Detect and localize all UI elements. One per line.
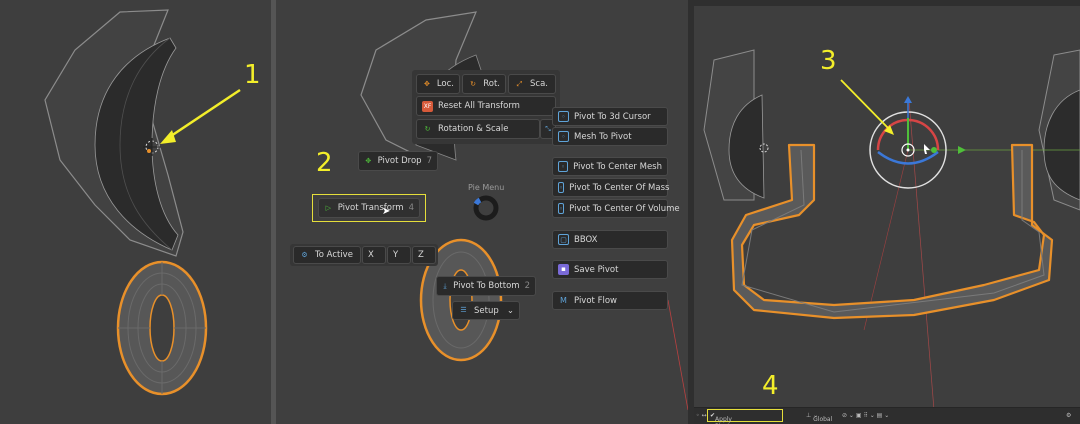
download-icon: ⤓ xyxy=(443,281,447,290)
save-pivot-button[interactable]: ▪ Save Pivot xyxy=(552,260,668,279)
annotation-arrow-3 xyxy=(840,79,891,131)
zero-mesh-hole xyxy=(149,294,175,362)
y-axis-button[interactable]: Y xyxy=(387,246,411,264)
center-volume-icon: ◦ xyxy=(558,203,565,214)
rotate-icon: ↻ xyxy=(470,79,477,88)
cursor-icon: ◦ xyxy=(558,111,569,122)
chevron-down-icon: ⌄ xyxy=(506,305,514,316)
apply-pivot-transform-button[interactable]: ✔ Apply Pivot Transform xyxy=(710,412,732,424)
handle-mesh xyxy=(730,143,1054,320)
status-left-icon: ◦ ↔ xyxy=(696,412,707,419)
x-axis-button[interactable]: X xyxy=(362,246,386,264)
annotation-number-1: 1 xyxy=(244,60,261,90)
viewport-scene-1 xyxy=(44,9,241,396)
annotation-number-4: 4 xyxy=(762,371,779,401)
viewport-panel-2[interactable]: 2 ✥ Loc. ↻ Rot. ⤢ Sca. XF Reset All Transfor… xyxy=(276,0,688,424)
annotation-number-3: 3 xyxy=(820,46,837,76)
mouse-cursor-icon-2 xyxy=(924,144,930,154)
rotation-scale-icon: ↻ xyxy=(424,124,431,133)
viewport-scene-3 xyxy=(694,0,1080,411)
reset-all-transform-button[interactable]: XF Reset All Transform xyxy=(416,96,556,116)
annotation-number-2: 2 xyxy=(316,148,333,178)
center-mass-icon: ◦ xyxy=(558,182,565,193)
flow-icon: M xyxy=(560,296,567,305)
gear-icon[interactable]: ⚙ xyxy=(1066,412,1071,419)
play-icon: ▷ xyxy=(325,203,332,212)
mouse-cursor-icon: ➤ xyxy=(382,206,391,217)
setup-dropdown[interactable]: ☰ Setup ⌄ xyxy=(452,301,520,320)
mesh-icon: ◦ xyxy=(558,131,569,142)
bbox-icon: ▢ xyxy=(558,234,569,245)
to-active-icon: ⚙ xyxy=(301,250,308,259)
pivot-drop-icon: ✥ xyxy=(365,156,372,165)
rotation-scale-button[interactable]: ↻ Rotation & Scale xyxy=(416,119,540,139)
viewport-panel-1[interactable]: 1 xyxy=(0,0,271,424)
scale-icon: ⤢ xyxy=(516,79,523,88)
bbox-button[interactable]: ▢ BBOX xyxy=(552,230,668,249)
annotation-arrow-1 xyxy=(164,88,241,142)
pivot-to-center-of-mass-button[interactable]: ◦ Pivot To Center Of Mass xyxy=(552,178,669,197)
pivot-drop-button[interactable]: ✥ Pivot Drop 7 xyxy=(358,151,438,171)
sliders-icon: ☰ xyxy=(460,306,467,314)
orientation-dropdown[interactable]: ⊥ Global ⌄ xyxy=(806,412,832,423)
snap-toolbar[interactable]: ⊘ ⌄ ▣ ⠿ ⌄ ▤ ⌄ xyxy=(842,412,889,419)
to-active-button[interactable]: ⚙ To Active xyxy=(293,246,361,264)
pie-menu-label: Pie Menu xyxy=(468,183,505,192)
move-icon: ✥ xyxy=(423,79,430,88)
rot-button[interactable]: ↻ Rot. xyxy=(462,74,506,94)
gizmo-blue-arc xyxy=(877,151,939,165)
pivot-to-center-of-volume-button[interactable]: ◦ Pivot To Center Of Volume xyxy=(552,199,680,218)
pivot-to-bottom-button[interactable]: ⤓ Pivot To Bottom 2 xyxy=(436,276,536,296)
center-mesh-icon: ◦ xyxy=(558,161,569,172)
reset-icon: XF xyxy=(422,100,433,112)
pivot-transform-button[interactable]: ▷ Pivot Transform 4 xyxy=(318,198,420,218)
z-axis-button[interactable]: Z xyxy=(412,246,436,264)
mesh-to-pivot-button[interactable]: ◦ Mesh To Pivot xyxy=(552,127,668,146)
pivot-to-center-mesh-button[interactable]: ◦ Pivot To Center Mesh xyxy=(552,157,668,176)
sca-button[interactable]: ⤢ Sca. xyxy=(508,74,556,94)
save-icon: ▪ xyxy=(558,264,569,275)
pivot-to-3d-cursor-button[interactable]: ◦ Pivot To 3d Cursor xyxy=(552,107,668,126)
viewport-panel-3[interactable]: 3 4 ◦ ↔ ✔ Apply Pivot Transform ⊥ Global… xyxy=(694,0,1080,424)
loc-button[interactable]: ✥ Loc. xyxy=(416,74,460,94)
status-bar: ◦ ↔ ✔ Apply Pivot Transform ⊥ Global ⌄ ⊘… xyxy=(694,407,1080,424)
pivot-flow-button[interactable]: M Pivot Flow xyxy=(552,291,668,310)
